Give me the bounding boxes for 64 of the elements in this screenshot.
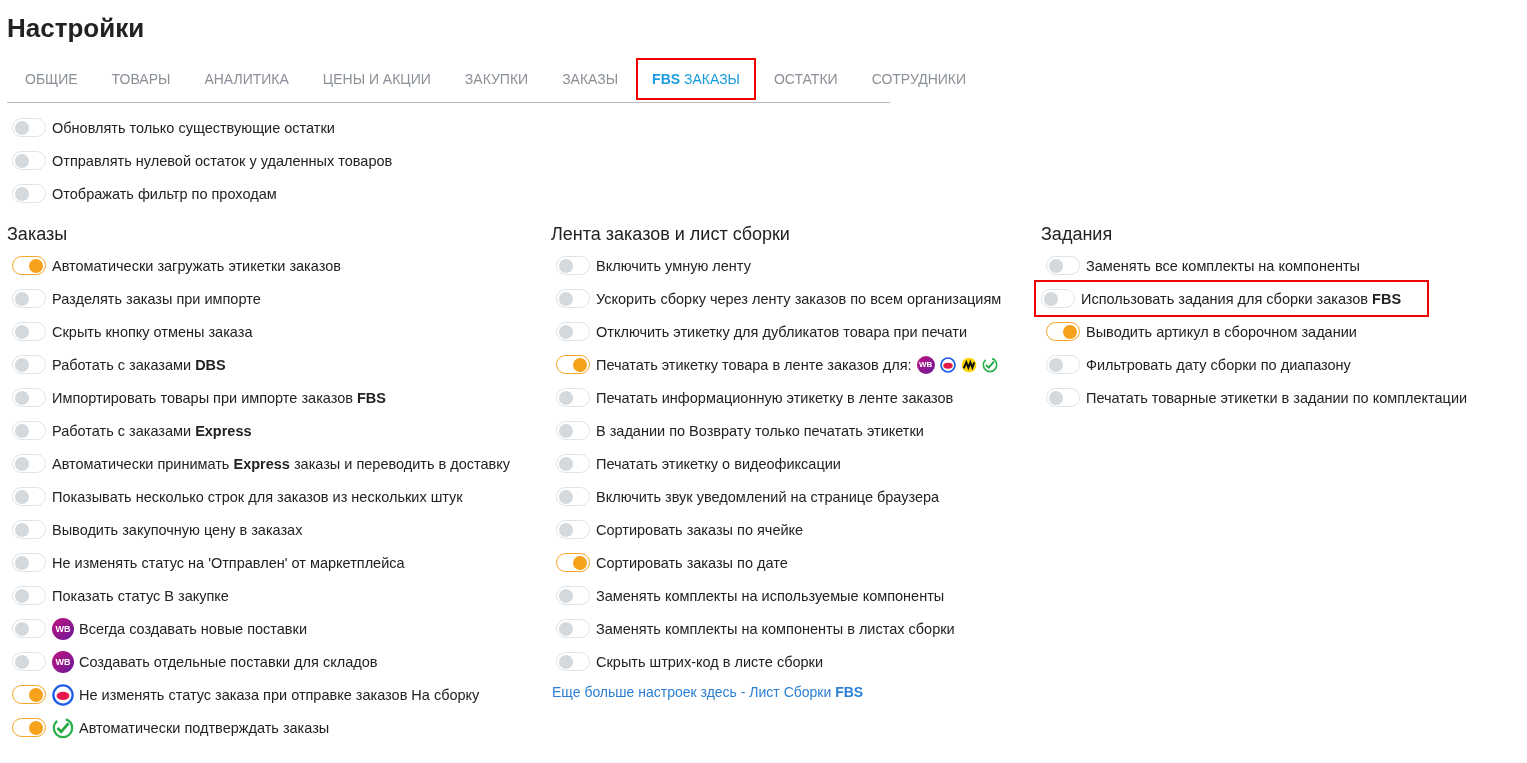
setting-label: Автоматически подтверждать заказы [79, 719, 330, 736]
setting-label: Печатать информационную этикетку в ленте заказов [596, 389, 954, 406]
setting-label: Отображать фильтр по проходам [52, 185, 277, 202]
section-heading: Лента заказов и лист сборки [551, 224, 791, 245]
toggle-switch[interactable] [556, 553, 590, 572]
ring-logo-icon [939, 356, 956, 373]
setting-label: Показать статус В закупке [52, 587, 229, 604]
setting-label: Показывать несколько строк для заказов из нескольких штук [52, 488, 463, 505]
setting-label: Скрыть кнопку отмены заказа [52, 323, 253, 340]
setting-label: Фильтровать дату сборки по диапазону [1086, 356, 1351, 373]
tab[interactable]: ОБЩИЕ [8, 58, 94, 100]
setting-label: Печатать этикетку о видеофиксации [596, 455, 841, 472]
setting-label: Всегда создавать новые поставки [79, 620, 307, 637]
section-heading: Заказы [7, 224, 69, 245]
toggle-switch[interactable] [1046, 322, 1080, 341]
zigzag-logo-icon [960, 356, 977, 373]
setting-label: Заменять комплекты на компоненты в листах сборки [596, 620, 955, 637]
setting-label: Отправлять нулевой остаток у удаленных товаров [52, 152, 393, 169]
tab[interactable]: ЗАКАЗЫ [546, 58, 635, 100]
wb-logo-icon: WB [52, 617, 74, 640]
section-heading: Задания [1041, 224, 1114, 245]
tab[interactable]: ЗАКУПКИ [448, 58, 545, 100]
setting-label: Обновлять только существующие остатки [52, 119, 335, 136]
setting-label: Работать с заказами DBS [52, 356, 226, 373]
setting-label: Печатать товарные этикетки в задании по комплектации [1086, 389, 1468, 406]
setting-label: Скрыть штрих-код в листе сборки [596, 653, 824, 670]
tab[interactable]: ЦЕНЫ И АКЦИИ [306, 58, 447, 100]
wb-logo-icon: WB [52, 650, 74, 673]
setting-label: Работать с заказами Express [52, 422, 252, 439]
setting-label: Сортировать заказы по дате [596, 554, 788, 571]
setting-label: Не изменять статус на 'Отправлен' от маркетплейса [52, 554, 405, 571]
setting-label: Печатать этикетку товара в ленте заказов для: [596, 356, 912, 373]
ring-logo-icon [52, 683, 74, 706]
settings-link[interactable]: Еще больше настроек здесь - Лист Сборки FBS [552, 684, 864, 700]
check-logo-icon [52, 716, 74, 739]
setting-label: Использовать задания для сборки заказов FBS [1081, 290, 1402, 307]
tab[interactable]: ТОВАРЫ [95, 58, 187, 100]
wb-logo-icon: WB [916, 355, 935, 374]
setting-label: В задании по Возврату только печатать этикетки [596, 422, 924, 439]
setting-label: Ускорить сборку через ленту заказов по всем организациям [596, 290, 1002, 307]
setting-label: Создавать отдельные поставки для складов [79, 653, 378, 670]
toggle-switch[interactable] [12, 685, 46, 704]
check-logo-icon [981, 356, 998, 373]
setting-label: Отключить этикетку для дубликатов товара при печати [596, 323, 968, 340]
setting-label: Включить умную ленту [596, 257, 751, 274]
tab[interactable]: АНАЛИТИКА [188, 58, 305, 100]
tab[interactable]: СОТРУДНИКИ [855, 58, 983, 100]
setting-label: Выводить артикул в сборочном задании [1086, 323, 1357, 340]
setting-label: Автоматически загружать этикетки заказов [52, 257, 341, 274]
toggle-switch[interactable] [12, 718, 46, 737]
setting-label: Не изменять статус заказа при отправке заказов На сборку [79, 686, 480, 703]
setting-label: Разделять заказы при импорте [52, 290, 261, 307]
setting-label: Автоматически принимать Express заказы и переводить в доставку [52, 455, 511, 472]
setting-label: Выводить закупочную цену в заказах [52, 521, 303, 538]
toggle-switch[interactable] [12, 256, 46, 275]
tab[interactable]: FBS ЗАКАЗЫ [636, 58, 756, 100]
page-title: Настройки [7, 13, 146, 44]
setting-label: Заменять все комплекты на компоненты [1086, 257, 1361, 274]
setting-label: Включить звук уведомлений на странице браузера [596, 488, 940, 505]
setting-label: Заменять комплекты на используемые компоненты [596, 587, 945, 604]
toggle-switch[interactable] [556, 355, 590, 374]
setting-label: Сортировать заказы по ячейке [596, 521, 804, 538]
tab[interactable]: ОСТАТКИ [758, 58, 854, 100]
setting-label: Импортировать товары при импорте заказов FBS [52, 389, 386, 406]
